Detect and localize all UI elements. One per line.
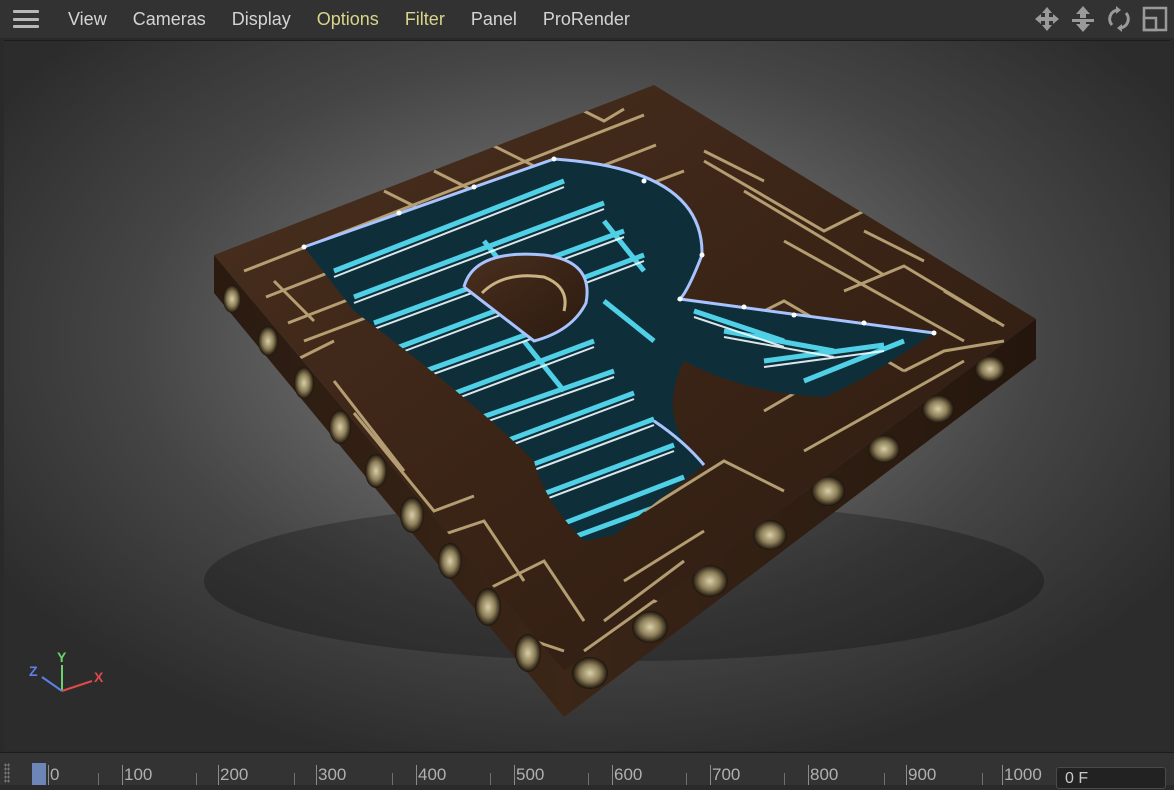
- menu-options[interactable]: Options: [304, 0, 392, 38]
- axis-x-label: X: [94, 669, 104, 685]
- timeline-label-400: 400: [418, 765, 447, 784]
- viewport-menubar: View Cameras Display Options Filter Pane…: [0, 0, 1174, 38]
- timeline-label-500: 500: [516, 765, 545, 784]
- axis-z-label: Z: [29, 663, 38, 679]
- timeline-label-300: 300: [318, 765, 347, 784]
- move-view-icon[interactable]: [1032, 4, 1062, 34]
- maze-plate-render: [204, 85, 1044, 717]
- menu-view[interactable]: View: [55, 0, 120, 38]
- dolly-view-icon[interactable]: [1068, 4, 1098, 34]
- timeline-ruler[interactable]: 0 100 200 300 400 500 600 700 800 900 10…: [0, 752, 1174, 789]
- 3d-viewport[interactable]: Y X Z: [4, 40, 1170, 751]
- toggle-panel-icon[interactable]: [1140, 4, 1170, 34]
- menu-panel[interactable]: Panel: [458, 0, 530, 38]
- timeline-label-800: 800: [810, 765, 839, 784]
- viewport-nav-icons: [1032, 4, 1170, 34]
- timeline-label-100: 100: [124, 765, 153, 784]
- current-frame-field[interactable]: 0 F: [1056, 767, 1166, 789]
- timeline-label-1000: 1000: [1004, 765, 1042, 784]
- axis-y-label: Y: [57, 649, 67, 665]
- menu-cameras[interactable]: Cameras: [120, 0, 219, 38]
- timeline-label-700: 700: [712, 765, 741, 784]
- rotate-view-icon[interactable]: [1104, 4, 1134, 34]
- timeline-playhead[interactable]: [32, 763, 46, 785]
- timeline-label-0: 0: [50, 765, 60, 784]
- timeline-label-600: 600: [614, 765, 643, 784]
- timeline-label-200: 200: [220, 765, 249, 784]
- hamburger-menu-icon[interactable]: [13, 10, 39, 28]
- timeline-grip-icon[interactable]: [4, 763, 10, 783]
- axis-gizmo: Y X Z: [22, 647, 112, 707]
- menu-filter[interactable]: Filter: [392, 0, 458, 38]
- menu-prorender[interactable]: ProRender: [530, 0, 643, 38]
- menu-display[interactable]: Display: [219, 0, 304, 38]
- timeline-label-900: 900: [908, 765, 937, 784]
